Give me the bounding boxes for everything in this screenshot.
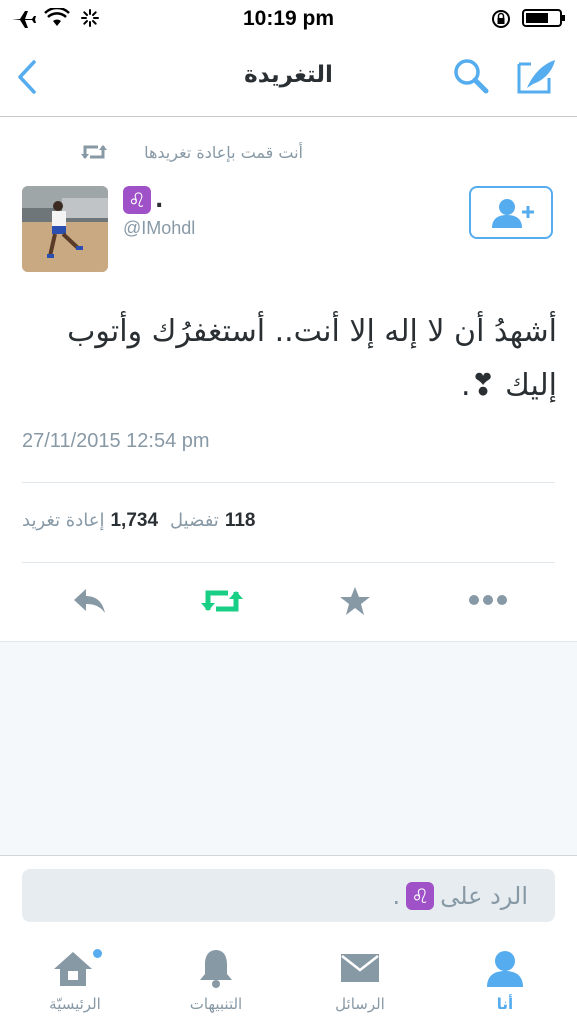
retweet-stat[interactable]: إعادة تغريد 1,734 bbox=[22, 510, 158, 532]
like-stat[interactable]: تفضيل 118 bbox=[170, 510, 255, 532]
like-word: تفضيل bbox=[170, 510, 219, 531]
tab-notifications-label: التنبيهات bbox=[189, 995, 243, 1013]
home-icon bbox=[54, 952, 92, 986]
tab-me[interactable]: أنا bbox=[445, 937, 565, 1024]
bell-icon bbox=[200, 950, 232, 988]
status-bar: 10:19 pm bbox=[0, 0, 577, 38]
tab-home[interactable]: الرئيسيّة bbox=[15, 937, 135, 1024]
retweet-word: إعادة تغريد bbox=[22, 510, 105, 531]
navigation-bar: التغريدة bbox=[0, 38, 577, 117]
tab-notifications[interactable]: التنبيهات bbox=[156, 937, 276, 1024]
retweet-small-icon bbox=[81, 145, 107, 159]
reply-icon[interactable] bbox=[72, 587, 108, 617]
battery-icon bbox=[522, 9, 565, 27]
tweet-timestamp: 27/11/2015 12:54 pm bbox=[22, 430, 210, 452]
divider bbox=[22, 562, 555, 563]
user-handle[interactable]: @IMohdl bbox=[123, 218, 195, 239]
display-name[interactable]: ♌ . bbox=[123, 186, 163, 214]
tweet-stats: إعادة تغريد 1,734 تفضيل 118 bbox=[22, 510, 255, 532]
tweet-actions bbox=[0, 570, 577, 632]
avatar-photo bbox=[22, 186, 108, 272]
reply-placeholder-suffix: . bbox=[392, 882, 401, 910]
empty-replies-area bbox=[0, 641, 577, 856]
retweet-count: 1,734 bbox=[110, 510, 159, 531]
rotation-lock-icon bbox=[492, 10, 510, 28]
like-count: 118 bbox=[224, 510, 256, 531]
more-options-icon[interactable] bbox=[468, 594, 508, 606]
reply-placeholder-text: الرد على bbox=[440, 882, 528, 910]
add-user-icon bbox=[492, 199, 534, 228]
follow-button[interactable] bbox=[469, 186, 553, 239]
tab-messages[interactable]: الرسائل bbox=[300, 937, 420, 1024]
leo-zodiac-emoji: ♌ bbox=[123, 186, 151, 214]
display-name-text: . bbox=[155, 187, 164, 213]
search-icon[interactable] bbox=[451, 56, 491, 96]
tab-messages-label: الرسائل bbox=[335, 995, 385, 1013]
reply-placeholder: الرد على ♌ . bbox=[393, 882, 528, 910]
leo-zodiac-emoji: ♌ bbox=[406, 882, 435, 910]
divider bbox=[22, 482, 555, 483]
avatar[interactable] bbox=[22, 186, 108, 272]
tab-me-label: أنا bbox=[496, 995, 514, 1013]
retweet-icon[interactable] bbox=[200, 586, 244, 616]
profile-icon bbox=[487, 951, 523, 987]
tab-home-label: الرئيسيّة bbox=[49, 995, 101, 1013]
envelope-icon bbox=[341, 954, 379, 982]
compose-tweet-icon[interactable] bbox=[515, 56, 559, 96]
favorite-star-icon[interactable] bbox=[339, 585, 371, 617]
retweeted-by-label: أنت قمت بإعادة تغريدها bbox=[144, 143, 303, 162]
notification-dot bbox=[93, 949, 102, 958]
tweet-text: أشهدُ أن لا إله إلا أنت.. أستغفرُك وأتوب… bbox=[67, 314, 557, 403]
tab-bar: الرئيسيّة التنبيهات الرسائل أنا bbox=[0, 937, 577, 1024]
